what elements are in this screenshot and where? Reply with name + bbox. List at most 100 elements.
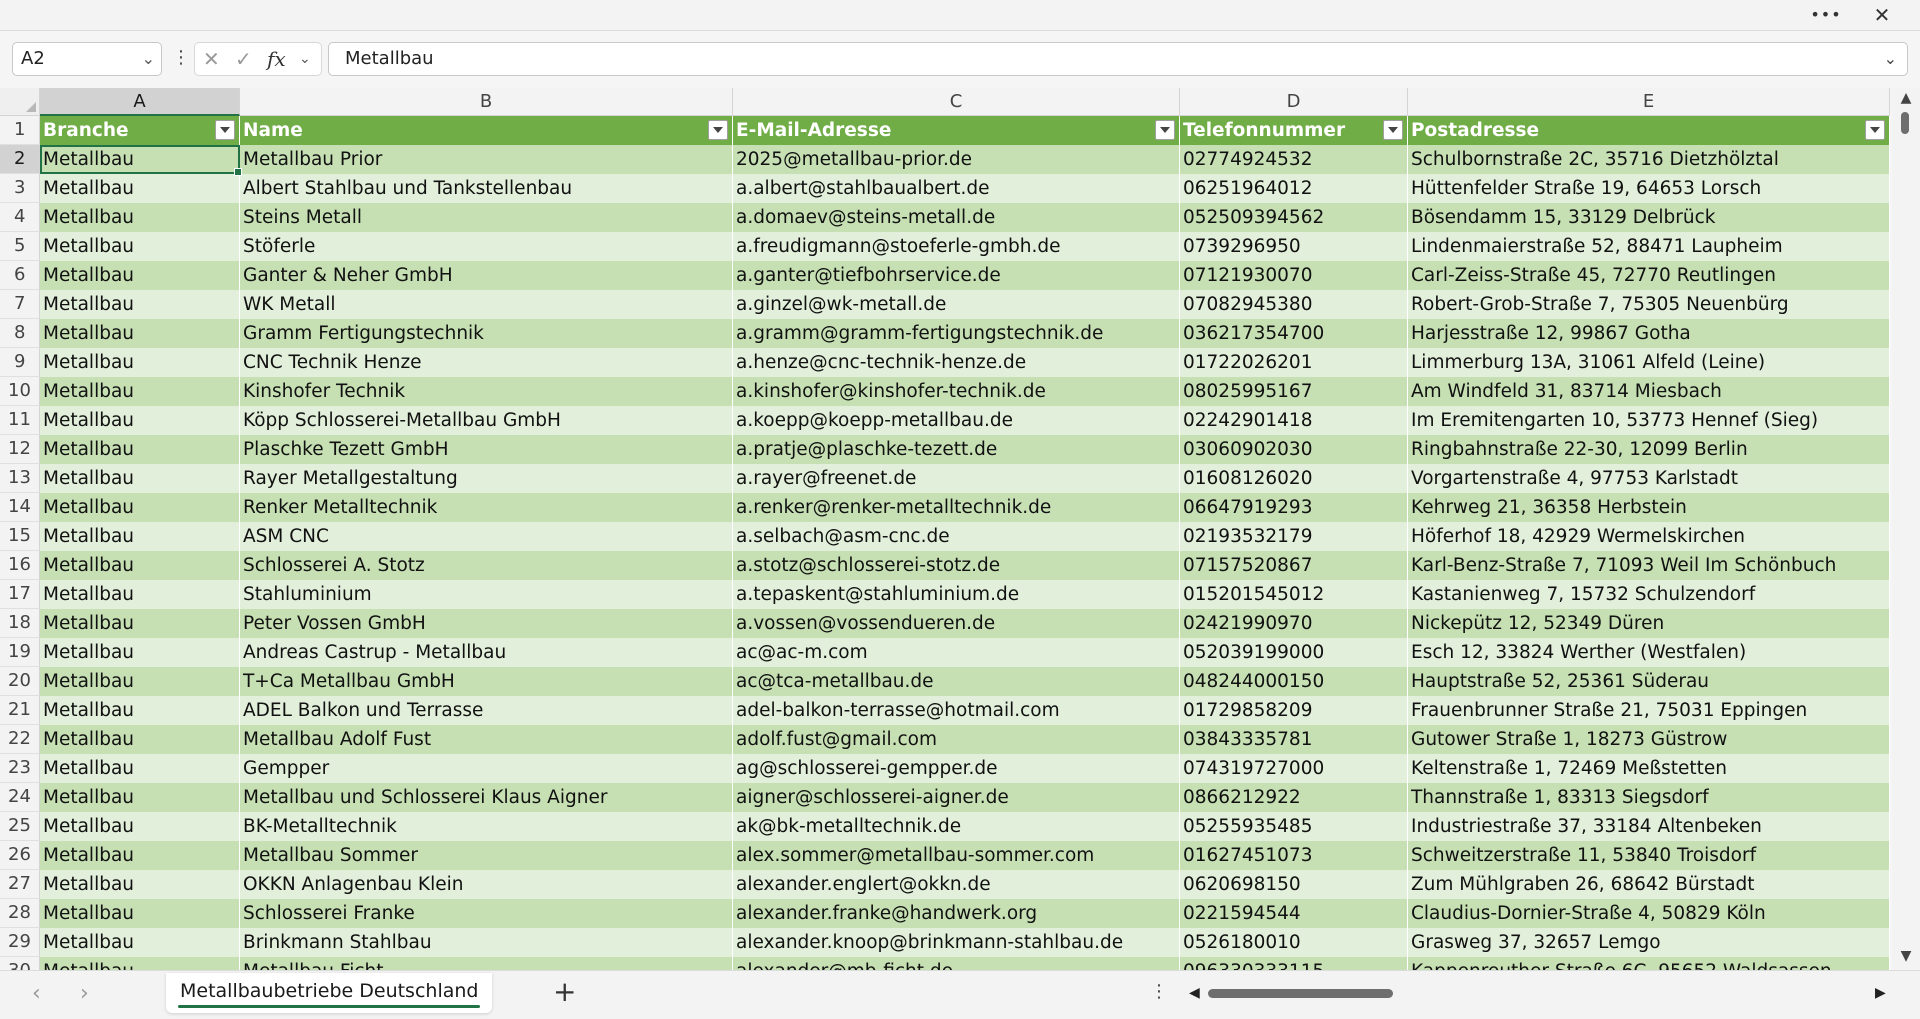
table-cell[interactable]: Industriestraße 37, 33184 Altenbeken bbox=[1408, 812, 1890, 841]
table-cell[interactable]: 07121930070 bbox=[1180, 261, 1408, 290]
table-cell[interactable]: Metallbau bbox=[40, 899, 240, 928]
column-header-a[interactable]: A bbox=[40, 88, 240, 116]
table-cell[interactable]: 01608126020 bbox=[1180, 464, 1408, 493]
table-cell[interactable]: Metallbau bbox=[40, 580, 240, 609]
table-cell[interactable]: Metallbau bbox=[40, 841, 240, 870]
table-cell[interactable]: Schulbornstraße 2C, 35716 Dietzhölztal bbox=[1408, 145, 1890, 174]
close-icon[interactable]: ✕ bbox=[1862, 0, 1902, 30]
scroll-down-icon[interactable]: ▼ bbox=[1892, 948, 1920, 964]
table-cell[interactable]: ak@bk-metalltechnik.de bbox=[733, 812, 1180, 841]
table-cell[interactable]: adel-balkon-terrasse@hotmail.com bbox=[733, 696, 1180, 725]
table-cell[interactable]: Thannstraße 1, 83313 Siegsdorf bbox=[1408, 783, 1890, 812]
header-cell[interactable]: Postadresse bbox=[1408, 116, 1890, 145]
table-cell[interactable]: Metallbau bbox=[40, 609, 240, 638]
table-cell[interactable]: 06647919293 bbox=[1180, 493, 1408, 522]
table-cell[interactable]: Karl-Benz-Straße 7, 71093 Weil Im Schönb… bbox=[1408, 551, 1890, 580]
enter-check-icon[interactable]: ✓ bbox=[235, 43, 252, 75]
row-header[interactable]: 12 bbox=[0, 435, 40, 464]
table-cell[interactable]: BK-Metalltechnik bbox=[240, 812, 733, 841]
table-cell[interactable]: Kinshofer Technik bbox=[240, 377, 733, 406]
row-header[interactable]: 24 bbox=[0, 783, 40, 812]
table-cell[interactable]: Schlosserei A. Stotz bbox=[240, 551, 733, 580]
table-cell[interactable]: Peter Vossen GmbH bbox=[240, 609, 733, 638]
table-cell[interactable]: 0620698150 bbox=[1180, 870, 1408, 899]
table-cell[interactable]: 052039199000 bbox=[1180, 638, 1408, 667]
row-header[interactable]: 17 bbox=[0, 580, 40, 609]
table-cell[interactable]: Plaschke Tezett GmbH bbox=[240, 435, 733, 464]
row-header[interactable]: 7 bbox=[0, 290, 40, 319]
table-cell[interactable]: Metallbau bbox=[40, 290, 240, 319]
column-header-d[interactable]: D bbox=[1180, 88, 1408, 116]
table-cell[interactable]: Keltenstraße 1, 72469 Meßstetten bbox=[1408, 754, 1890, 783]
column-header-b[interactable]: B bbox=[240, 88, 733, 116]
table-cell[interactable]: ADEL Balkon und Terrasse bbox=[240, 696, 733, 725]
table-cell[interactable]: a.freudigmann@stoeferle-gmbh.de bbox=[733, 232, 1180, 261]
row-header[interactable]: 18 bbox=[0, 609, 40, 638]
row-header[interactable]: 30 bbox=[0, 957, 40, 970]
table-cell[interactable]: Metallbau bbox=[40, 319, 240, 348]
table-cell[interactable]: 02421990970 bbox=[1180, 609, 1408, 638]
table-cell[interactable]: Vorgartenstraße 4, 97753 Karlstadt bbox=[1408, 464, 1890, 493]
table-cell[interactable]: Metallbau bbox=[40, 957, 240, 970]
table-cell[interactable]: a.kinshofer@kinshofer-technik.de bbox=[733, 377, 1180, 406]
row-header[interactable]: 8 bbox=[0, 319, 40, 348]
row-header[interactable]: 5 bbox=[0, 232, 40, 261]
table-cell[interactable]: Metallbau Adolf Fust bbox=[240, 725, 733, 754]
horizontal-scrollbar[interactable]: ◀ ▶ bbox=[1185, 979, 1886, 1007]
expand-formula-icon[interactable]: ⌄ bbox=[1884, 43, 1897, 75]
table-cell[interactable]: a.gramm@gramm-fertigungstechnik.de bbox=[733, 319, 1180, 348]
table-cell[interactable]: Ringbahnstraße 22-30, 12099 Berlin bbox=[1408, 435, 1890, 464]
table-cell[interactable]: 08025995167 bbox=[1180, 377, 1408, 406]
table-cell[interactable]: alexander.franke@handwerk.org bbox=[733, 899, 1180, 928]
row-header[interactable]: 26 bbox=[0, 841, 40, 870]
row-header[interactable]: 6 bbox=[0, 261, 40, 290]
horizontal-scroll-thumb[interactable] bbox=[1208, 989, 1393, 998]
table-cell[interactable]: Metallbau bbox=[40, 174, 240, 203]
table-cell[interactable]: Metallbau bbox=[40, 725, 240, 754]
table-cell[interactable]: Kastanienweg 7, 15732 Schulzendorf bbox=[1408, 580, 1890, 609]
table-cell[interactable]: 015201545012 bbox=[1180, 580, 1408, 609]
table-cell[interactable]: aigner@schlosserei-aigner.de bbox=[733, 783, 1180, 812]
table-cell[interactable]: Hauptstraße 52, 25361 Süderau bbox=[1408, 667, 1890, 696]
table-cell[interactable]: Rayer Metallgestaltung bbox=[240, 464, 733, 493]
column-header-c[interactable]: C bbox=[733, 88, 1180, 116]
row-header[interactable]: 15 bbox=[0, 522, 40, 551]
table-cell[interactable]: adolf.fust@gmail.com bbox=[733, 725, 1180, 754]
table-cell[interactable]: Metallbau bbox=[40, 870, 240, 899]
table-cell[interactable]: Ganter & Neher GmbH bbox=[240, 261, 733, 290]
table-cell[interactable]: ag@schlosserei-gempper.de bbox=[733, 754, 1180, 783]
table-cell[interactable]: Renker Metalltechnik bbox=[240, 493, 733, 522]
column-header-e[interactable]: E bbox=[1408, 88, 1890, 116]
table-cell[interactable]: Metallbau bbox=[40, 145, 240, 174]
vertical-scrollbar[interactable]: ▲ ▼ bbox=[1892, 88, 1920, 970]
table-cell[interactable]: Metallbau Sommer bbox=[240, 841, 733, 870]
table-cell[interactable]: 01627451073 bbox=[1180, 841, 1408, 870]
add-sheet-icon[interactable]: + bbox=[553, 975, 576, 1008]
table-cell[interactable]: a.rayer@freenet.de bbox=[733, 464, 1180, 493]
table-cell[interactable]: a.stotz@schlosserei-stotz.de bbox=[733, 551, 1180, 580]
table-cell[interactable]: Bösendamm 15, 33129 Delbrück bbox=[1408, 203, 1890, 232]
table-cell[interactable]: alexander@mb-ficht.de bbox=[733, 957, 1180, 970]
scroll-right-icon[interactable]: ▶ bbox=[1875, 979, 1886, 1007]
row-header[interactable]: 25 bbox=[0, 812, 40, 841]
table-cell[interactable]: Schweitzerstraße 11, 53840 Troisdorf bbox=[1408, 841, 1890, 870]
table-cell[interactable]: 074319727000 bbox=[1180, 754, 1408, 783]
table-cell[interactable]: WK Metall bbox=[240, 290, 733, 319]
table-cell[interactable]: Am Windfeld 31, 83714 Miesbach bbox=[1408, 377, 1890, 406]
table-cell[interactable]: Metallbau bbox=[40, 232, 240, 261]
row-header[interactable]: 11 bbox=[0, 406, 40, 435]
table-cell[interactable]: Kappenreuther Straße 6C, 95652 Waldsasse… bbox=[1408, 957, 1890, 970]
table-cell[interactable]: 02242901418 bbox=[1180, 406, 1408, 435]
chevron-down-icon[interactable]: ⌄ bbox=[142, 43, 155, 75]
table-cell[interactable]: T+Ca Metallbau GmbH bbox=[240, 667, 733, 696]
table-cell[interactable]: 2025@metallbau-prior.de bbox=[733, 145, 1180, 174]
table-cell[interactable]: ASM CNC bbox=[240, 522, 733, 551]
table-cell[interactable]: Metallbau bbox=[40, 203, 240, 232]
header-cell[interactable]: E-Mail-Adresse bbox=[733, 116, 1180, 145]
table-cell[interactable]: 048244000150 bbox=[1180, 667, 1408, 696]
header-cell[interactable]: Name bbox=[240, 116, 733, 145]
row-header[interactable]: 16 bbox=[0, 551, 40, 580]
table-cell[interactable]: Metallbau bbox=[40, 696, 240, 725]
table-cell[interactable]: Metallbau bbox=[40, 928, 240, 957]
header-cell[interactable]: Branche bbox=[40, 116, 240, 145]
